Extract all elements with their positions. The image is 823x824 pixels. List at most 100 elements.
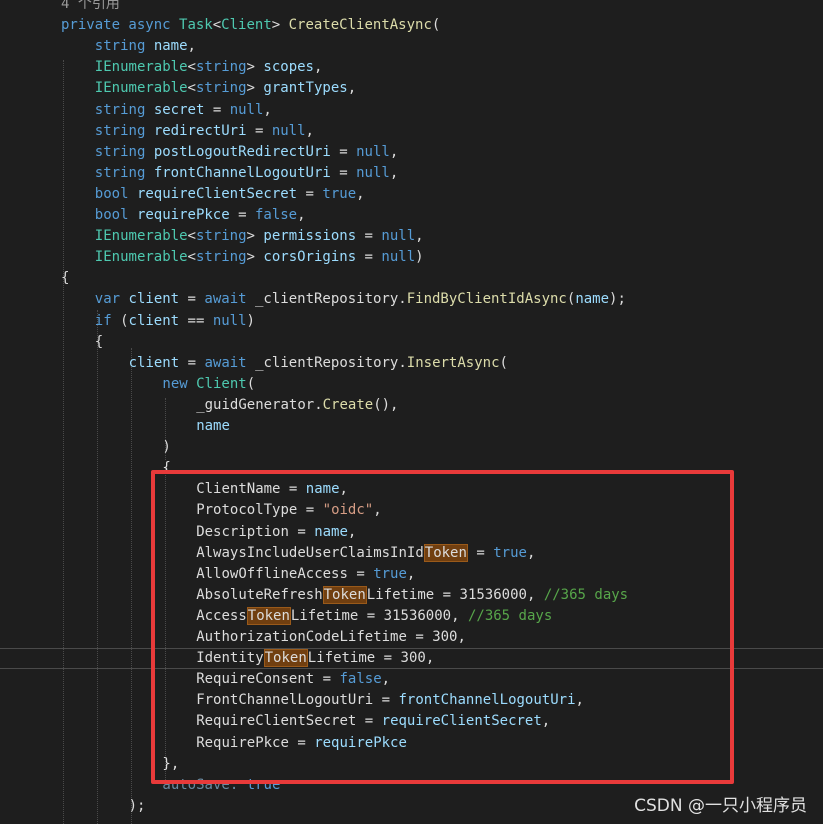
if-line: if (client == null) <box>94 312 255 329</box>
punct: ( <box>246 375 256 392</box>
null-literal: null <box>212 312 247 329</box>
variable-name: client <box>128 291 180 308</box>
param-line: string name, <box>95 36 196 57</box>
param-line: bool requireClientSecret = true, <box>94 185 365 202</box>
var-keyword: var <box>94 291 121 308</box>
param-default: false <box>254 207 298 223</box>
new-keyword: new <box>162 375 188 392</box>
reference-hint: 4 个引用 <box>61 0 120 12</box>
highlight-box <box>151 470 734 784</box>
punct: ); <box>609 291 626 308</box>
paren: ( <box>431 17 441 34</box>
variable-name: client <box>128 312 180 329</box>
modifier-keyword: private async <box>61 17 171 34</box>
class-name: Client <box>196 375 247 392</box>
param-default: null <box>356 164 390 181</box>
guid-line: _guidGenerator.Create(), <box>196 395 398 416</box>
argument: name <box>196 418 230 434</box>
param-line: string redirectUri = null, <box>94 122 314 139</box>
codelens-line: 4 个引用 <box>61 0 120 15</box>
param-name: name <box>153 38 188 55</box>
await-keyword: await <box>204 291 247 308</box>
var-line: var client = await _clientRepository.Fin… <box>94 291 626 308</box>
close-line: ); <box>129 796 146 817</box>
param-default: null <box>381 249 416 266</box>
param-type: string <box>94 38 146 55</box>
if-keyword: if <box>94 312 112 329</box>
param-type: IEnumerable <box>94 80 188 97</box>
punct: , <box>415 228 424 245</box>
brace: { <box>94 333 104 350</box>
param-type: string <box>94 164 146 181</box>
punct: , <box>313 59 323 76</box>
punct: , <box>356 185 365 202</box>
param-line: string frontChannelLogoutUri = null, <box>94 164 399 181</box>
punct: , <box>389 164 399 181</box>
brace-line: { <box>61 268 69 289</box>
param-line: IEnumerable<string> corsOrigins = null) <box>94 249 424 266</box>
param-name: postLogoutRedirectUri <box>153 143 331 160</box>
param-type: IEnumerable <box>94 59 188 76</box>
param-default: null <box>229 101 264 118</box>
punct: , <box>263 101 272 118</box>
indent-guide <box>131 348 133 824</box>
param-line: IEnumerable<string> grantTypes, <box>94 80 357 97</box>
param-type: IEnumerable <box>94 249 188 266</box>
variable-name: client <box>128 354 180 371</box>
param-type: string <box>94 143 146 160</box>
param-name: scopes <box>263 59 314 76</box>
argument: name <box>575 291 610 308</box>
generic-type: Client <box>221 17 272 34</box>
punct: (), <box>373 396 399 413</box>
object-ref: _clientRepository. <box>255 354 407 371</box>
param-default: null <box>356 143 390 160</box>
param-generic-type: string <box>195 228 247 245</box>
param-name: frontChannelLogoutUri <box>153 164 331 181</box>
param-type: string <box>94 122 146 139</box>
param-type: bool <box>94 207 129 223</box>
method-signature-line: private async Task<Client> CreateClientA… <box>61 17 441 34</box>
param-line: bool requirePkce = false, <box>94 207 306 223</box>
param-generic-type: string <box>195 80 247 97</box>
paren: ) <box>162 439 171 456</box>
watermark: CSDN @一只小程序员 <box>634 796 807 816</box>
object-ref: _clientRepository. <box>255 291 407 308</box>
code-editor[interactable]: 4 个引用 private async Task<Client> CreateCl… <box>0 0 823 824</box>
method-call: Create <box>322 396 374 413</box>
brace: { <box>61 270 70 287</box>
operator: == <box>187 312 205 329</box>
param-name: grantTypes <box>263 80 348 97</box>
param-name: redirectUri <box>153 122 247 139</box>
param-default: null <box>271 122 306 139</box>
new-line: new Client( <box>162 374 255 395</box>
param-name: requirePkce <box>136 207 230 223</box>
param-name: secret <box>153 101 205 118</box>
punct: , <box>347 80 357 97</box>
param-line: IEnumerable<string> permissions = null, <box>94 228 424 245</box>
param-line: string postLogoutRedirectUri = null, <box>94 143 399 160</box>
punct: ); <box>128 797 146 814</box>
insert-line: client = await _clientRepository.InsertA… <box>128 354 508 371</box>
paren-line: ) <box>162 437 170 458</box>
param-name: permissions <box>263 228 357 245</box>
param-type: string <box>94 101 146 118</box>
indent-guide <box>63 60 65 824</box>
punct: , <box>297 207 306 223</box>
param-type: bool <box>94 185 129 202</box>
param-default: true <box>322 185 357 202</box>
param-line: string secret = null, <box>94 101 272 118</box>
await-keyword: await <box>204 354 247 371</box>
param-generic-type: string <box>195 59 247 76</box>
indent-guide <box>97 310 99 824</box>
method-call: FindByClientIdAsync <box>406 291 567 308</box>
param-name: corsOrigins <box>263 249 357 266</box>
punct: , <box>187 38 196 55</box>
method-name: CreateClientAsync <box>288 17 432 34</box>
method-call: InsertAsync <box>406 354 500 371</box>
punct: ) <box>415 249 424 266</box>
param-type: IEnumerable <box>94 228 188 245</box>
return-type: Task <box>179 17 213 34</box>
punct: ) <box>246 312 255 329</box>
arg-line: name <box>196 416 230 437</box>
punct: , <box>305 122 314 139</box>
